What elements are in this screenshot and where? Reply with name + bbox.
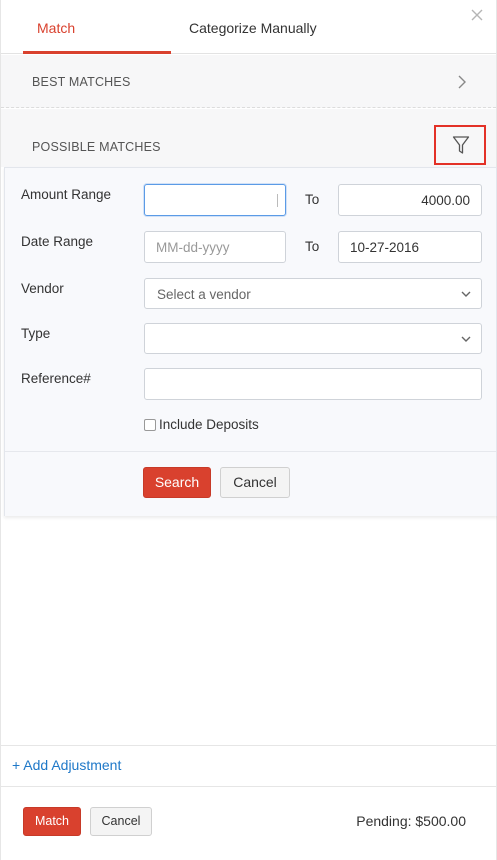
tab-categorize-manually[interactable]: Categorize Manually	[189, 0, 317, 54]
include-deposits-checkbox[interactable]	[144, 419, 156, 431]
reference-label: Reference#	[21, 371, 91, 386]
chevron-right-icon[interactable]	[456, 73, 468, 91]
date-range-label: Date Range	[21, 234, 94, 249]
vendor-select[interactable]: Select a vendor	[144, 278, 482, 309]
filter-funnel-icon	[452, 136, 470, 154]
vendor-select-placeholder: Select a vendor	[157, 287, 251, 302]
match-transactions-panel: Match Transactions Categorize Manually B…	[0, 0, 497, 860]
amount-range-label: Amount Range	[21, 187, 112, 202]
close-icon[interactable]	[468, 6, 486, 24]
add-adjustment-link[interactable]: + Add Adjustment	[12, 757, 121, 773]
date-to-input[interactable]	[338, 231, 482, 263]
divider	[1, 745, 496, 746]
date-from-input[interactable]	[144, 231, 286, 263]
amount-from-input[interactable]	[144, 184, 286, 216]
chevron-down-icon	[461, 291, 471, 297]
date-to-label: To	[305, 239, 320, 254]
match-button[interactable]: Match	[23, 807, 81, 836]
vendor-label: Vendor	[21, 281, 64, 296]
divider	[1, 786, 496, 787]
type-label: Type	[21, 326, 51, 341]
amount-to-label: To	[305, 192, 320, 207]
reference-input[interactable]	[144, 368, 482, 400]
best-matches-section[interactable]: BEST MATCHES	[1, 55, 496, 108]
text-cursor	[277, 194, 278, 207]
cancel-button[interactable]: Cancel	[90, 807, 152, 836]
possible-matches-section: POSSIBLE MATCHES	[1, 109, 496, 167]
chevron-down-icon	[461, 336, 471, 342]
pending-amount: Pending: $500.00	[356, 813, 466, 829]
include-deposits-label: Include Deposits	[159, 417, 259, 432]
filter-form-footer: Search Cancel	[5, 451, 496, 516]
best-matches-label: BEST MATCHES	[32, 75, 131, 89]
filter-form: Amount Range To Date Range To Vendor Sel…	[4, 167, 497, 516]
filter-button[interactable]	[434, 125, 486, 165]
amount-to-input[interactable]	[338, 184, 482, 216]
filter-cancel-button[interactable]: Cancel	[220, 467, 290, 498]
tab-bar: Match Transactions Categorize Manually	[1, 0, 496, 92]
possible-matches-label: POSSIBLE MATCHES	[32, 140, 161, 154]
search-button[interactable]: Search	[143, 467, 211, 498]
tab-match-transactions[interactable]: Match Transactions	[23, 0, 171, 92]
type-select[interactable]	[144, 323, 482, 354]
